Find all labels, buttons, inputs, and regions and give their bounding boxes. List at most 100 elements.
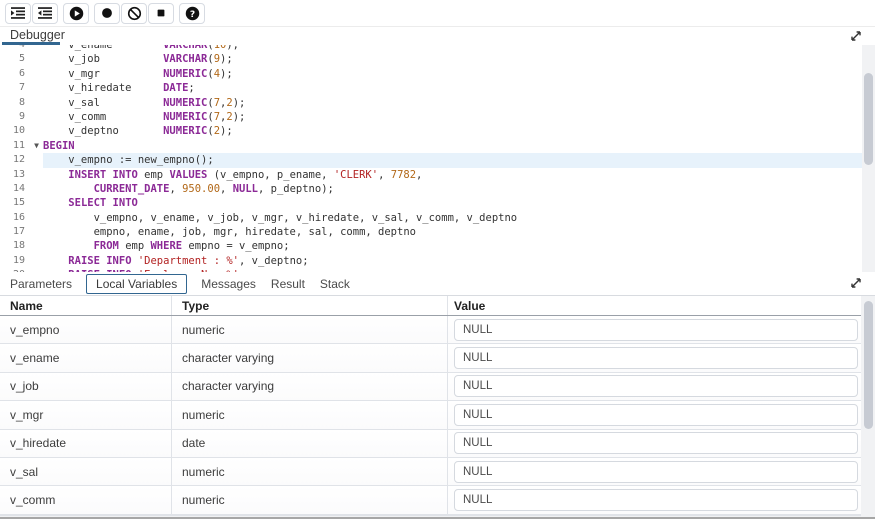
toolbar-button-group (94, 3, 175, 24)
line-number[interactable]: 19 (0, 254, 30, 268)
line-number[interactable]: 18 (0, 239, 30, 253)
tab-debugger[interactable]: Debugger (10, 28, 65, 42)
tab-stack[interactable]: Stack (319, 275, 351, 293)
code-line: 10 v_deptno NUMERIC(2); (0, 124, 862, 138)
grid-scrollbar[interactable] (861, 296, 875, 519)
column-header-type[interactable]: Type (172, 296, 448, 315)
expand-icon (848, 275, 864, 291)
code-line: 12 v_empno := new_empno(); (0, 153, 862, 167)
step-into-icon (11, 6, 25, 20)
line-number[interactable]: 11 (0, 139, 30, 153)
expand-icon (848, 28, 864, 44)
code-line: 4 v_ename VARCHAR(10); (0, 45, 862, 52)
line-number[interactable]: 7 (0, 81, 30, 95)
code-text: INSERT INTO emp VALUES (v_empno, p_ename… (43, 168, 862, 182)
line-number[interactable]: 6 (0, 67, 30, 81)
fold-gutter (30, 196, 43, 210)
fold-gutter (30, 153, 43, 167)
code-text: v_deptno NUMERIC(2); (43, 124, 862, 138)
variable-value-input[interactable] (454, 375, 858, 397)
variable-row[interactable]: v_enamecharacter varying (0, 344, 875, 372)
help-button[interactable]: ? (179, 3, 205, 24)
tab-result[interactable]: Result (270, 275, 306, 293)
code-text: v_empno := new_empno(); (43, 153, 862, 167)
code-line: 13 INSERT INTO emp VALUES (v_empno, p_en… (0, 168, 862, 182)
variable-value-input[interactable] (454, 489, 858, 511)
continue-button[interactable] (63, 3, 89, 24)
fold-gutter (30, 254, 43, 268)
variable-value-input[interactable] (454, 319, 858, 341)
step-over-button[interactable] (32, 3, 58, 24)
variable-value-input[interactable] (454, 461, 858, 483)
variable-type: numeric (172, 458, 448, 485)
debugger-window: ? Debugger 4 v_ename VARCHAR(10);5 v_job… (0, 0, 875, 519)
fold-gutter (30, 211, 43, 225)
continue-icon (69, 6, 84, 21)
tab-parameters[interactable]: Parameters (9, 275, 73, 293)
variable-row[interactable]: v_hiredatedate (0, 430, 875, 458)
code-text: v_job VARCHAR(9); (43, 52, 862, 66)
line-number[interactable]: 14 (0, 182, 30, 196)
variable-name: v_mgr (0, 401, 172, 428)
code-line: 18 FROM emp WHERE empno = v_empno; (0, 239, 862, 253)
variable-value-input[interactable] (454, 404, 858, 426)
fold-gutter (30, 239, 43, 253)
code-text: RAISE INFO 'Department : %', v_deptno; (43, 254, 862, 268)
code-text: v_sal NUMERIC(7,2); (43, 96, 862, 110)
toggle-breakpoint-button[interactable] (94, 3, 120, 24)
code-text: FROM emp WHERE empno = v_empno; (43, 239, 862, 253)
fold-gutter (30, 52, 43, 66)
clear-all-breakpoints-button[interactable] (121, 3, 147, 24)
tab-local-variables[interactable]: Local Variables (86, 274, 187, 294)
line-number[interactable]: 9 (0, 110, 30, 124)
code-text: v_mgr NUMERIC(4); (43, 67, 862, 81)
code-line: 11▼BEGIN (0, 139, 862, 153)
line-number[interactable]: 5 (0, 52, 30, 66)
fold-marker-icon[interactable]: ▼ (30, 139, 43, 153)
line-number[interactable]: 13 (0, 168, 30, 182)
variable-name: v_comm (0, 486, 172, 513)
code-line: 8 v_sal NUMERIC(7,2); (0, 96, 862, 110)
line-number[interactable]: 8 (0, 96, 30, 110)
fold-gutter (30, 67, 43, 81)
variable-type: numeric (172, 401, 448, 428)
line-number[interactable]: 17 (0, 225, 30, 239)
line-number[interactable]: 15 (0, 196, 30, 210)
stop-button[interactable] (148, 3, 174, 24)
variable-name: v_empno (0, 316, 172, 343)
variable-value-input[interactable] (454, 432, 858, 454)
document-tab-bar: Debugger (0, 27, 875, 45)
variable-name: v_sal (0, 458, 172, 485)
code-line: 17 empno, ename, job, mgr, hiredate, sal… (0, 225, 862, 239)
grid-scrollbar-thumb[interactable] (864, 301, 873, 429)
code-line: 14 CURRENT_DATE, 950.00, NULL, p_deptno)… (0, 182, 862, 196)
code-line: 7 v_hiredate DATE; (0, 81, 862, 95)
debugger-panel-tabs: Parameters Local Variables Messages Result S… (0, 272, 875, 296)
variable-row[interactable]: v_jobcharacter varying (0, 373, 875, 401)
fold-gutter (30, 45, 43, 52)
line-number[interactable]: 12 (0, 153, 30, 167)
column-header-name[interactable]: Name (0, 296, 172, 315)
expand-panel-button[interactable] (848, 275, 864, 291)
variable-type: character varying (172, 344, 448, 371)
editor-scrollbar-thumb[interactable] (864, 73, 873, 165)
line-number[interactable]: 4 (0, 45, 30, 52)
tab-messages[interactable]: Messages (200, 275, 257, 293)
code-line: 6 v_mgr NUMERIC(4); (0, 67, 862, 81)
line-number[interactable]: 10 (0, 124, 30, 138)
variable-row[interactable]: v_salnumeric (0, 458, 875, 486)
editor-scrollbar[interactable] (862, 45, 875, 272)
stop-icon (154, 6, 168, 20)
variable-row[interactable]: v_mgrnumeric (0, 401, 875, 429)
code-line: 9 v_comm NUMERIC(7,2); (0, 110, 862, 124)
variable-value-input[interactable] (454, 347, 858, 369)
code-editor[interactable]: 4 v_ename VARCHAR(10);5 v_job VARCHAR(9)… (0, 45, 875, 272)
column-header-value[interactable]: Value (448, 296, 861, 315)
variable-row[interactable]: v_empnonumeric (0, 316, 875, 344)
variable-row[interactable]: v_commnumeric (0, 486, 875, 514)
step-over-icon (38, 6, 52, 20)
step-into-button[interactable] (5, 3, 31, 24)
toolbar-button-group (63, 3, 90, 24)
line-number[interactable]: 16 (0, 211, 30, 225)
expand-editor-button[interactable] (848, 28, 864, 44)
